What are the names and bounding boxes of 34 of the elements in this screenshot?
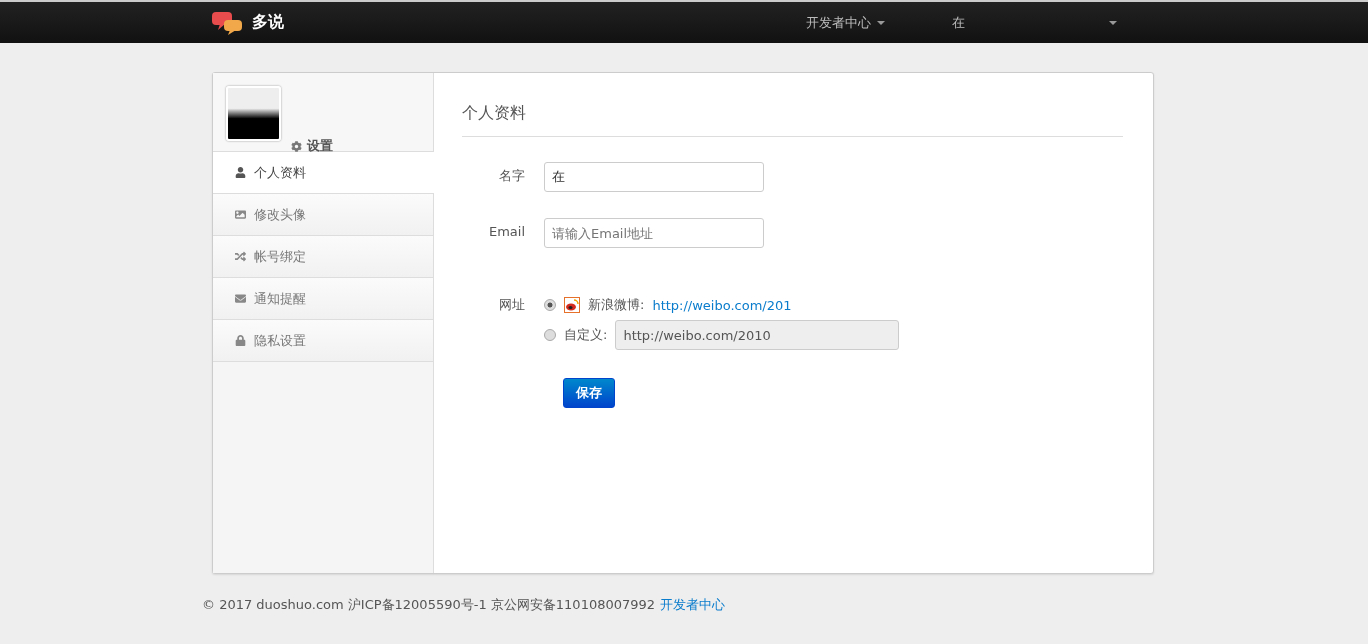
name-input[interactable]: 在 xyxy=(544,162,764,192)
shuffle-icon xyxy=(235,251,246,262)
user-icon xyxy=(235,167,246,178)
caret-icon[interactable] xyxy=(1109,20,1117,25)
field-label: 名字 xyxy=(498,167,526,185)
field-label: 网址 xyxy=(498,296,526,314)
settings-icon xyxy=(291,140,302,152)
chat-bubbles-logo xyxy=(212,9,244,36)
settings-link[interactable]: 设置 xyxy=(291,137,333,155)
sidebar-item[interactable]: 个人资料 xyxy=(213,152,434,194)
radio-button[interactable] xyxy=(544,299,556,311)
section-title: 个人资料 xyxy=(462,103,1123,137)
sidebar-item[interactable]: 帐号绑定 xyxy=(213,236,433,278)
sidebar-item[interactable]: 修改头像 xyxy=(213,194,433,236)
option-label: 新浪微博: xyxy=(588,296,645,314)
sidebar-item[interactable]: 通知提醒 xyxy=(213,278,433,320)
caret-icon xyxy=(877,20,885,25)
field-label: Email xyxy=(487,223,526,241)
nav-menu[interactable]: 开发者中心 xyxy=(806,13,885,32)
nav-menu[interactable]: 在 xyxy=(952,13,965,32)
footer-text: © 2017 duoshuo.com 沪ICP备12005590号-1 京公网安备110108007992 xyxy=(202,596,656,614)
sidebar-item[interactable]: 隐私设置 xyxy=(213,320,433,362)
email-input[interactable]: 请输入Email地址 xyxy=(544,218,764,248)
save-button[interactable]: 保存 xyxy=(563,378,615,408)
picture-icon xyxy=(235,209,246,220)
lock-icon xyxy=(235,335,246,346)
avatar-photo-placeholder xyxy=(226,86,281,141)
option-label: 自定义: xyxy=(564,326,608,344)
weibo-icon xyxy=(564,297,580,313)
radio-button[interactable] xyxy=(544,329,556,341)
weibo-link[interactable]: http://weibo.com/201 xyxy=(652,297,792,313)
footer-link[interactable]: 开发者中心 xyxy=(660,596,726,614)
envelope-icon xyxy=(235,293,246,304)
brand-name[interactable]: 多说 xyxy=(252,12,284,33)
